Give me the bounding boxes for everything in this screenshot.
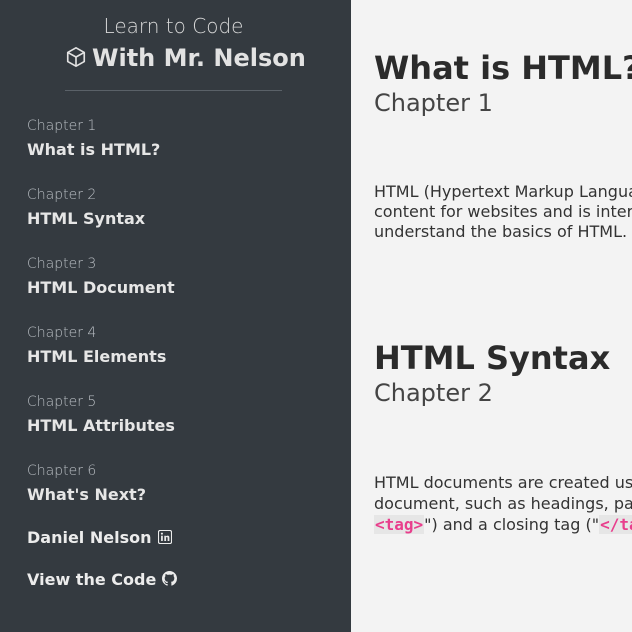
nav-chapter-label: Chapter 2 xyxy=(27,187,97,203)
brand-title[interactable]: With Mr. Nelson xyxy=(65,44,306,72)
section-chapter-label-1: Chapter 1 xyxy=(374,89,493,117)
page: Learn to Code With Mr. Nelson Chapter 1 … xyxy=(0,0,632,632)
section-title-chapter-1: What is HTML? xyxy=(374,49,632,87)
sidebar-item-chapter-5[interactable]: Chapter 5 HTML Attributes xyxy=(27,393,327,437)
body-line: content for websites and is interpreted … xyxy=(374,202,632,221)
github-icon xyxy=(162,571,178,586)
body-line: document, such as headings, paragraphs, … xyxy=(374,494,632,513)
brand-divider xyxy=(65,90,282,91)
sidebar-item-chapter-2[interactable]: Chapter 2 HTML Syntax xyxy=(27,186,327,230)
linkedin-icon xyxy=(157,530,172,544)
nav-chapter-title: What is HTML? xyxy=(27,140,161,159)
body-line: <tag>") and a closing tag ("</tag>"). xyxy=(374,514,632,535)
nav-chapter-title: What's Next? xyxy=(27,485,146,504)
nav-chapter-title: HTML Document xyxy=(27,278,175,297)
sidebar-item-chapter-4[interactable]: Chapter 4 HTML Elements xyxy=(27,324,327,368)
author-link[interactable]: Daniel Nelson xyxy=(27,528,172,547)
body-line: understand the basics of HTML. xyxy=(374,222,628,241)
nav-chapter-title: HTML Syntax xyxy=(27,209,146,228)
section-body-chapter-1: HTML (Hypertext Markup Language) is the … xyxy=(374,182,632,242)
main-content: What is HTML? Chapter 1 HTML (Hypertext … xyxy=(351,0,632,632)
sidebar-item-chapter-1[interactable]: Chapter 1 What is HTML? xyxy=(27,117,327,161)
author-name: Daniel Nelson xyxy=(27,528,152,547)
nav-chapter-label: Chapter 3 xyxy=(27,256,97,272)
cube-icon xyxy=(66,47,86,67)
sidebar-item-chapter-3[interactable]: Chapter 3 HTML Document xyxy=(27,255,327,299)
sidebar-item-chapter-6[interactable]: Chapter 6 What's Next? xyxy=(27,462,327,506)
sidebar: Learn to Code With Mr. Nelson Chapter 1 … xyxy=(0,0,351,632)
brand-title-text: With Mr. Nelson xyxy=(92,44,306,72)
nav-chapter-label: Chapter 6 xyxy=(27,463,97,479)
section-title-chapter-2: HTML Syntax xyxy=(374,339,611,377)
nav-chapter-label: Chapter 5 xyxy=(27,394,97,410)
body-line: HTML (Hypertext Markup Language) is the … xyxy=(374,182,632,201)
body-line: HTML documents are created using element… xyxy=(374,473,632,492)
view-code-label: View the Code xyxy=(27,570,157,589)
section-chapter-label-2: Chapter 2 xyxy=(374,379,493,407)
view-code-link[interactable]: View the Code xyxy=(27,570,178,589)
code-close-tag: </tag> xyxy=(599,515,632,534)
code-open-tag: <tag> xyxy=(374,515,425,534)
section-body-chapter-2: HTML documents are created using element… xyxy=(374,472,632,535)
nav-chapter-title: HTML Attributes xyxy=(27,416,175,435)
body-text-fragment: ") and a closing tag (" xyxy=(424,515,600,534)
nav-chapter-label: Chapter 1 xyxy=(27,118,97,134)
nav-chapter-label: Chapter 4 xyxy=(27,325,97,341)
nav-chapter-title: HTML Elements xyxy=(27,347,167,366)
brand-subtitle: Learn to Code xyxy=(103,14,244,38)
